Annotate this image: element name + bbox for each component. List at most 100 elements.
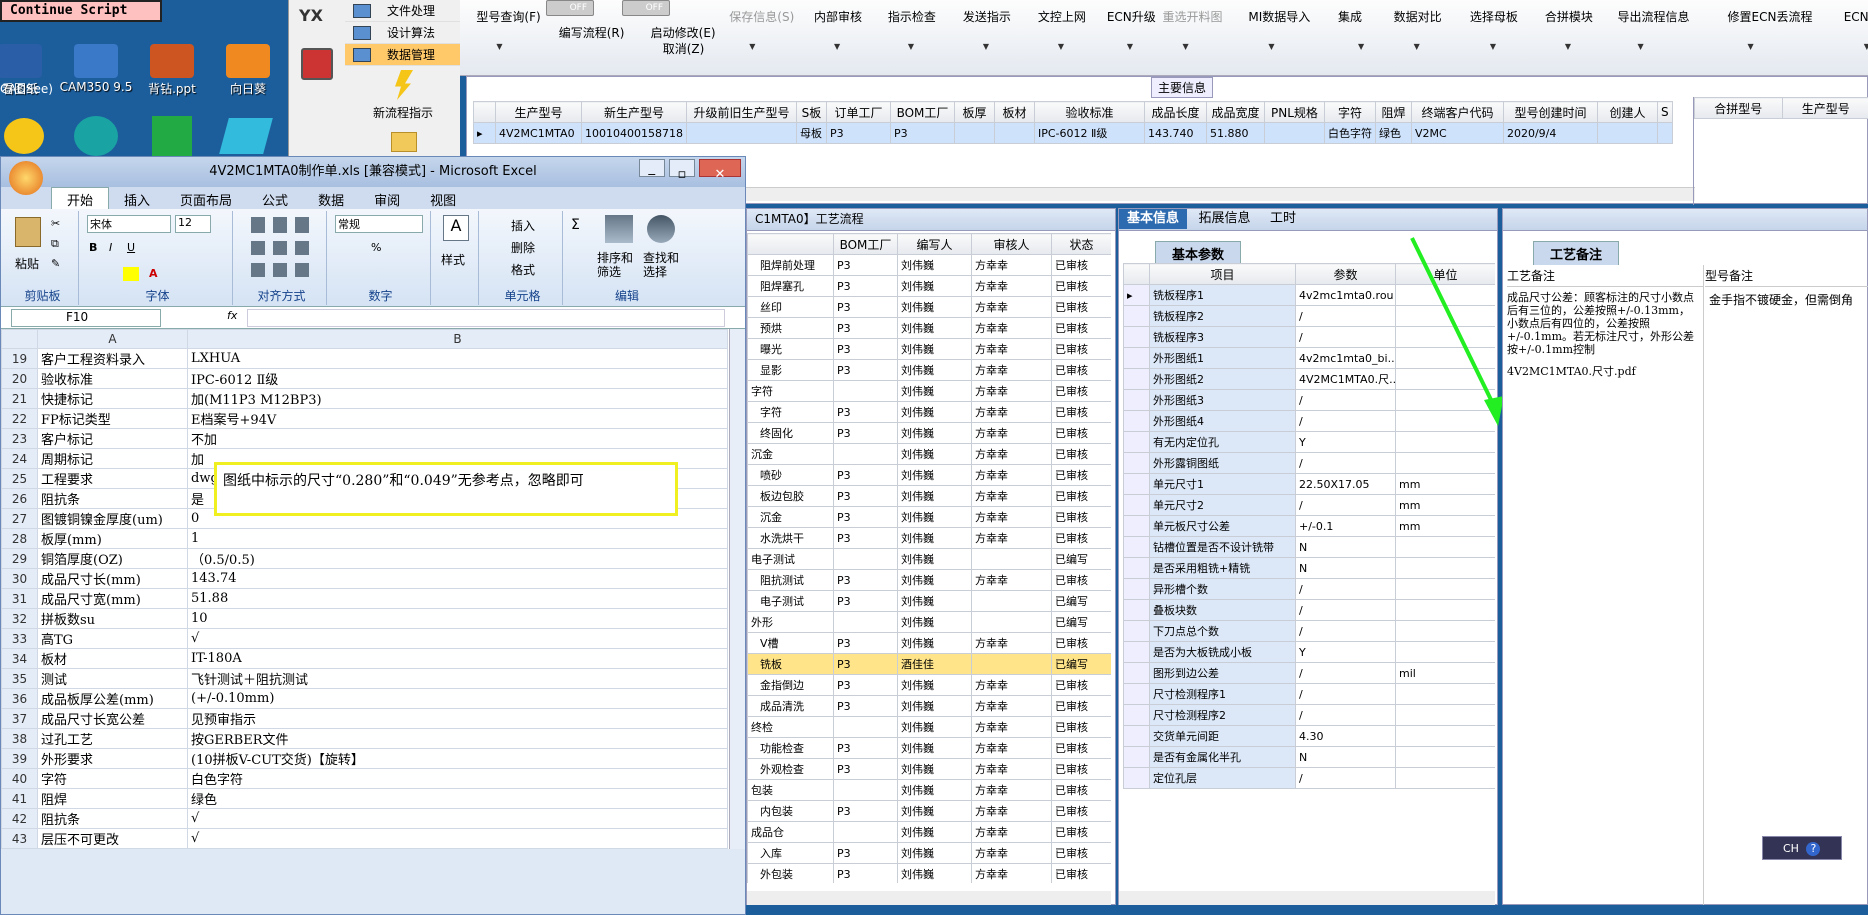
process-header-cell[interactable] bbox=[747, 233, 834, 255]
sheet-cell[interactable]: 阻抗条 bbox=[37, 488, 188, 509]
dropdown-arrow-icon[interactable]: ▼ bbox=[1127, 42, 1133, 51]
toolbar-button-18[interactable]: ECN自动上网 bbox=[1844, 8, 1868, 25]
nav-item-algorithm[interactable]: 设计算法 bbox=[345, 22, 461, 44]
model-remarks-text[interactable]: 金手指不镀硬金，但需倒角 bbox=[1709, 291, 1865, 308]
underline-button[interactable]: U bbox=[127, 241, 135, 254]
table-row[interactable]: 34 板材 IT-180A bbox=[1, 648, 728, 669]
styles-button[interactable]: 样式 bbox=[441, 251, 465, 268]
table-row[interactable]: 功能检查 P3 刘伟巍 方幸幸 已审核 bbox=[747, 737, 1111, 759]
sheet-vscroll[interactable] bbox=[729, 329, 745, 849]
table-row[interactable]: 终固化 P3 刘伟巍 方幸幸 已审核 bbox=[747, 422, 1111, 444]
close-icon[interactable]: ✕ bbox=[699, 159, 741, 182]
excel-tab-1[interactable]: 插入 bbox=[109, 188, 165, 211]
table-row[interactable]: 外形露铜图纸 / bbox=[1123, 452, 1495, 474]
sheet-cell[interactable]: 见预审指示 bbox=[187, 708, 728, 729]
basic-cell[interactable]: / bbox=[1295, 683, 1396, 705]
sheet-cell[interactable]: (+/-0.10mm) bbox=[187, 688, 728, 709]
excel-tab-3[interactable]: 公式 bbox=[247, 188, 303, 211]
toolbar-button-0[interactable]: 型号查询(F) bbox=[476, 8, 540, 25]
mi-cell[interactable] bbox=[685, 122, 797, 144]
table-row[interactable]: 19 客户工程资料录入 LXHUA bbox=[1, 348, 728, 369]
sheet-cell[interactable]: 绿色 bbox=[187, 788, 728, 809]
table-row[interactable]: 交货单元间距 4.30 bbox=[1123, 725, 1495, 747]
mi-header[interactable]: S bbox=[1656, 101, 1673, 123]
process-header-cell[interactable]: BOM工厂 bbox=[833, 233, 898, 255]
sheet-cell[interactable]: √ bbox=[187, 628, 728, 649]
table-row[interactable]: 外观检查 P3 刘伟巍 方幸幸 已审核 bbox=[747, 758, 1111, 780]
find-select-button[interactable]: 查找和选择 bbox=[643, 251, 687, 279]
table-row[interactable]: V槽 P3 刘伟巍 方幸幸 已审核 bbox=[747, 632, 1111, 654]
restore-icon[interactable]: ▫ bbox=[668, 159, 695, 182]
sheet-cell[interactable]: 1 bbox=[187, 528, 728, 549]
table-row[interactable]: 成品清洗 P3 刘伟巍 方幸幸 已审核 bbox=[747, 695, 1111, 717]
basic-cell[interactable]: / bbox=[1295, 389, 1396, 411]
mi-cell[interactable]: IPC-6012 Ⅱ级 bbox=[1033, 122, 1145, 144]
mi-header[interactable]: 型号创建时间 bbox=[1502, 101, 1598, 123]
tab-work-hours[interactable]: 工时 bbox=[1262, 209, 1304, 229]
table-row[interactable]: 23 客户标记 不加 bbox=[1, 428, 728, 449]
format-painter-icon[interactable]: ✎ bbox=[51, 257, 60, 270]
paste-icon[interactable] bbox=[15, 217, 41, 247]
excel-tab-6[interactable]: 视图 bbox=[415, 188, 471, 211]
sheet-cell[interactable]: IT-180A bbox=[187, 648, 728, 669]
table-row[interactable]: 21 快捷标记 加(M11P3 M12BP3) bbox=[1, 388, 728, 409]
mi-cell[interactable]: 4V2MC1MTA0 bbox=[495, 122, 582, 144]
dropdown-arrow-icon[interactable]: ▼ bbox=[1414, 42, 1420, 51]
dropdown-arrow-icon[interactable]: ▼ bbox=[496, 42, 502, 51]
table-row[interactable]: 38 过孔工艺 按GERBER文件 bbox=[1, 728, 728, 749]
sheet-cell[interactable]: 层压不可更改 bbox=[37, 828, 188, 849]
table-row[interactable]: 35 测试 飞针测试＋阻抗测试 bbox=[1, 668, 728, 689]
dropdown-arrow-icon[interactable]: ▼ bbox=[1565, 42, 1571, 51]
table-row[interactable]: 单元板尺寸公差 +/-0.1 mm bbox=[1123, 515, 1495, 537]
basic-cell[interactable]: +/-0.1 bbox=[1295, 515, 1396, 537]
sheet-cell[interactable]: 快捷标记 bbox=[37, 388, 188, 409]
table-row[interactable]: 有无内定位孔 Y bbox=[1123, 431, 1495, 453]
sheet-cell[interactable]: IPC-6012 Ⅱ级 bbox=[187, 368, 728, 389]
autosum-icon[interactable]: Σ bbox=[571, 217, 580, 233]
table-row[interactable]: 曝光 P3 刘伟巍 方幸幸 已审核 bbox=[747, 338, 1111, 360]
mi-header[interactable]: PNL规格 bbox=[1263, 101, 1325, 123]
basic-cell[interactable]: Y bbox=[1295, 431, 1396, 453]
process-remarks-text[interactable]: 成品尺寸公差：顾客标注的尺寸小数点后有三位的，公差按照+/-0.13mm，小数点… bbox=[1507, 291, 1697, 356]
mi-header[interactable]: 生产型号 bbox=[495, 101, 582, 123]
table-row[interactable]: 39 外形要求 (10拼板V-CUT交货)【旋转】 bbox=[1, 748, 728, 769]
cut-icon[interactable]: ✂ bbox=[51, 217, 60, 230]
table-row[interactable]: 成品仓 刘伟巍 方幸幸 已审核 bbox=[747, 821, 1111, 843]
dropdown-arrow-icon[interactable]: ▼ bbox=[749, 42, 755, 51]
ime-bar[interactable]: CH ? bbox=[1762, 836, 1842, 860]
delete-button[interactable]: 删除 bbox=[511, 239, 535, 256]
sheet-cell[interactable]: 成品尺寸宽(mm) bbox=[37, 588, 188, 609]
mi-cell[interactable]: 10010400158718 bbox=[581, 122, 687, 144]
insert-button[interactable]: 插入 bbox=[511, 217, 535, 234]
process-header-cell[interactable]: 审核人 bbox=[971, 233, 1052, 255]
process-remarks-file[interactable]: 4V2MC1MTA0.尺寸.pdf bbox=[1507, 363, 1697, 379]
excel-tab-4[interactable]: 数据 bbox=[303, 188, 359, 211]
table-row[interactable]: 是否为大板铣成小板 Y bbox=[1123, 641, 1495, 663]
toolbar-button-12[interactable]: 集成 bbox=[1338, 8, 1362, 25]
office-logo-icon[interactable] bbox=[9, 161, 43, 195]
new-process-button[interactable]: 新流程指示 bbox=[345, 70, 461, 121]
table-row[interactable]: 字符 P3 刘伟巍 方幸幸 已审核 bbox=[747, 401, 1111, 423]
sheet-cell[interactable]: E档案号+94V bbox=[187, 408, 728, 429]
mi-header[interactable]: 验收标准 bbox=[1033, 101, 1145, 123]
toolbar-button-14[interactable]: 选择母板 bbox=[1470, 8, 1518, 25]
basic-header-cell[interactable]: 项目 bbox=[1149, 263, 1296, 285]
sheet-cell[interactable]: 5 bbox=[187, 848, 728, 849]
format-button[interactable]: 格式 bbox=[511, 261, 535, 278]
toggle-start-modify[interactable]: OFF bbox=[622, 0, 670, 16]
table-row[interactable]: 20 验收标准 IPC-6012 Ⅱ级 bbox=[1, 368, 728, 389]
number-format-select[interactable]: 常规 bbox=[335, 215, 423, 233]
basic-cell[interactable]: / bbox=[1295, 494, 1396, 516]
table-row[interactable]: 异形槽个数 / bbox=[1123, 578, 1495, 600]
mi-cell[interactable]: 白色字符 bbox=[1323, 122, 1376, 144]
basic-cell[interactable]: / bbox=[1295, 578, 1396, 600]
continue-script-button[interactable]: Continue Script bbox=[0, 0, 162, 22]
desktop-icon-cam350[interactable]: CAM350 9.5 bbox=[56, 44, 136, 94]
sheet-cell[interactable]: 过孔工艺 bbox=[37, 728, 188, 749]
table-row[interactable]: 33 高TG √ bbox=[1, 628, 728, 649]
sheet-cell[interactable]: 按GERBER文件 bbox=[187, 728, 728, 749]
sheet-cell[interactable]: 成品尺寸长宽公差 bbox=[37, 708, 188, 729]
tab-process-remarks[interactable]: 工艺备注 bbox=[1533, 241, 1620, 265]
align-center-icon[interactable] bbox=[251, 241, 315, 255]
mi-cell[interactable]: 51.880 bbox=[1205, 122, 1265, 144]
